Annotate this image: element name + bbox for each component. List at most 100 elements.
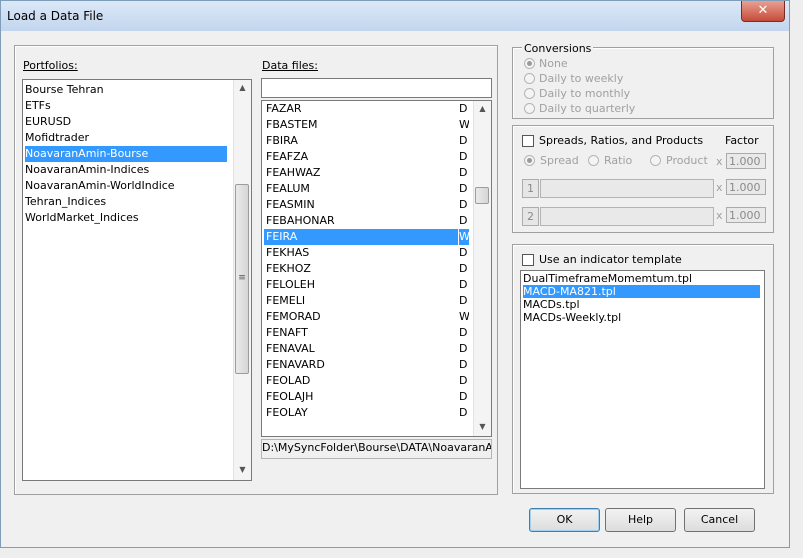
conversions-label: Conversions bbox=[522, 42, 594, 55]
files-panel: Portfolios: Bourse Tehran ETFs EURUSD Mofid… bbox=[14, 45, 498, 495]
conversion-radio[interactable] bbox=[524, 103, 535, 114]
conversion-option-label: Daily to quarterly bbox=[539, 102, 636, 115]
data-file-list-item[interactable]: FEIRA bbox=[264, 229, 458, 245]
data-file-list-item[interactable]: FENAVAL bbox=[264, 341, 458, 357]
window-title: Load a Data File bbox=[7, 9, 104, 23]
data-file-path: D:\MySyncFolder\Bourse\DATA\NoavaranAmir bbox=[261, 439, 492, 459]
data-file-list-item[interactable]: FENAVARD bbox=[264, 357, 458, 373]
data-file-type: D bbox=[459, 246, 468, 259]
series-2-field[interactable] bbox=[540, 207, 714, 226]
data-files-scrollbar[interactable]: ▲ ▼ bbox=[473, 101, 491, 436]
data-file-type: W bbox=[459, 118, 469, 131]
data-files-search-input[interactable] bbox=[261, 78, 492, 98]
portfolio-list-item[interactable]: Bourse Tehran bbox=[25, 82, 227, 98]
data-file-list-item[interactable]: FEBAHONAR bbox=[264, 213, 458, 229]
cancel-button[interactable]: Cancel bbox=[684, 508, 755, 532]
data-file-list-item[interactable]: FEMELI bbox=[264, 293, 458, 309]
portfolio-list-item[interactable]: Tehran_Indices bbox=[25, 194, 227, 210]
conversion-radio[interactable] bbox=[524, 88, 535, 99]
portfolio-list-item[interactable]: WorldMarket_Indices bbox=[25, 210, 227, 226]
load-data-file-dialog: Load a Data File ✕ Portfolios: Bourse Te… bbox=[0, 0, 790, 548]
portfolio-list-item[interactable]: NoavaranAmin-Indices bbox=[25, 162, 227, 178]
data-file-type: D bbox=[459, 358, 468, 371]
product-label: Product bbox=[666, 154, 708, 167]
portfolio-list-item[interactable]: NoavaranAmin-WorldIndice bbox=[25, 178, 227, 194]
spreads-group: Spreads, Ratios, and Products Factor Spr… bbox=[512, 125, 774, 233]
conversion-radio[interactable] bbox=[524, 58, 535, 69]
data-file-type: D bbox=[459, 182, 468, 195]
template-list-item[interactable]: MACDs.tpl bbox=[523, 298, 760, 311]
portfolio-list-item[interactable]: ETFs bbox=[25, 98, 227, 114]
conversions-group: Conversions None Daily to weekly Daily to … bbox=[512, 42, 774, 119]
scroll-down-icon[interactable]: ▼ bbox=[234, 462, 251, 478]
title-bar[interactable]: Load a Data File ✕ bbox=[1, 1, 789, 31]
data-files-list[interactable]: FAZAR D FBASTEM W FBIRA D FEAFZA D FEAHWAZ D FEALU… bbox=[261, 100, 492, 437]
ratio-radio[interactable] bbox=[588, 155, 599, 166]
data-file-list-item[interactable]: FEASMIN bbox=[264, 197, 458, 213]
data-file-list-item[interactable]: FEOLAD bbox=[264, 373, 458, 389]
data-file-type: D bbox=[459, 102, 468, 115]
conversion-option-label: Daily to monthly bbox=[539, 87, 631, 100]
data-file-list-item[interactable]: FEAHWAZ bbox=[264, 165, 458, 181]
scroll-thumb[interactable]: ≡ bbox=[235, 184, 249, 374]
spread-radio[interactable] bbox=[524, 155, 535, 166]
data-file-list-item[interactable]: FEOLAJH bbox=[264, 389, 458, 405]
portfolios-list[interactable]: Bourse Tehran ETFs EURUSD Mofidtrader Noavar… bbox=[22, 79, 252, 481]
data-file-type: D bbox=[459, 342, 468, 355]
portfolio-list-item[interactable]: Mofidtrader bbox=[25, 130, 227, 146]
scroll-down-icon[interactable]: ▼ bbox=[474, 419, 491, 435]
factor-x-symbol: x bbox=[716, 155, 723, 168]
spreads-checkbox[interactable] bbox=[522, 135, 534, 147]
ok-button[interactable]: OK bbox=[529, 508, 600, 532]
portfolios-scrollbar[interactable]: ▲ ≡ ▼ bbox=[233, 80, 251, 480]
data-file-list-item[interactable]: FENAFT bbox=[264, 325, 458, 341]
spreads-checkbox-label: Spreads, Ratios, and Products bbox=[539, 134, 704, 147]
data-file-list-item[interactable]: FEAFZA bbox=[264, 149, 458, 165]
scroll-up-icon[interactable]: ▲ bbox=[474, 101, 491, 117]
data-file-list-item[interactable]: FAZAR bbox=[264, 101, 458, 117]
factor-field-1[interactable]: 1.000 bbox=[726, 179, 766, 195]
data-file-type: D bbox=[459, 390, 468, 403]
data-file-type: D bbox=[459, 150, 468, 163]
data-file-list-item[interactable]: FEMORAD bbox=[264, 309, 458, 325]
data-file-type: D bbox=[459, 278, 468, 291]
data-file-list-item[interactable]: FBASTEM bbox=[264, 117, 458, 133]
data-file-list-item[interactable]: FEOLAY bbox=[264, 405, 458, 421]
help-button[interactable]: Help bbox=[605, 508, 676, 532]
series-1-button[interactable]: 1 bbox=[522, 179, 539, 198]
factor-x-symbol: x bbox=[716, 181, 723, 194]
data-file-type: D bbox=[459, 134, 468, 147]
series-1-field[interactable] bbox=[540, 179, 714, 198]
close-button[interactable]: ✕ bbox=[741, 1, 785, 22]
product-radio[interactable] bbox=[650, 155, 661, 166]
template-group: Use an indicator template DualTimeframeM… bbox=[512, 244, 774, 494]
data-file-list-item[interactable]: FELOLEH bbox=[264, 277, 458, 293]
data-file-type: D bbox=[459, 262, 468, 275]
series-2-button[interactable]: 2 bbox=[522, 207, 539, 226]
data-file-list-item[interactable]: FBIRA bbox=[264, 133, 458, 149]
data-file-list-item[interactable]: FEKHAS bbox=[264, 245, 458, 261]
data-file-type: W bbox=[459, 229, 469, 245]
scroll-thumb[interactable] bbox=[475, 187, 489, 204]
portfolio-list-item[interactable]: EURUSD bbox=[25, 114, 227, 130]
conversion-option-label: None bbox=[539, 57, 568, 70]
data-file-list-item[interactable]: FEKHOZ bbox=[264, 261, 458, 277]
template-checkbox[interactable] bbox=[522, 254, 534, 266]
factor-x-symbol: x bbox=[716, 209, 723, 222]
portfolio-list-item[interactable]: NoavaranAmin-Bourse bbox=[25, 146, 227, 162]
data-file-type: D bbox=[459, 326, 468, 339]
factor-field-2[interactable]: 1.000 bbox=[726, 207, 766, 223]
template-list-item[interactable]: MACDs-Weekly.tpl bbox=[523, 311, 760, 324]
template-list-item[interactable]: DualTimeframeMomemtum.tpl bbox=[523, 272, 760, 285]
factor-label: Factor bbox=[725, 134, 759, 147]
conversion-option-label: Daily to weekly bbox=[539, 72, 624, 85]
factor-field-0[interactable]: 1.000 bbox=[726, 153, 766, 169]
template-list[interactable]: DualTimeframeMomemtum.tpl MACD-MA821.tpl M… bbox=[520, 270, 765, 489]
data-file-list-item[interactable]: FEALUM bbox=[264, 181, 458, 197]
template-list-item[interactable]: MACD-MA821.tpl bbox=[523, 285, 760, 298]
conversion-radio[interactable] bbox=[524, 73, 535, 84]
data-file-type: D bbox=[459, 198, 468, 211]
data-file-type: D bbox=[459, 214, 468, 227]
scroll-up-icon[interactable]: ▲ bbox=[234, 80, 251, 96]
grip-icon: ≡ bbox=[238, 273, 246, 283]
